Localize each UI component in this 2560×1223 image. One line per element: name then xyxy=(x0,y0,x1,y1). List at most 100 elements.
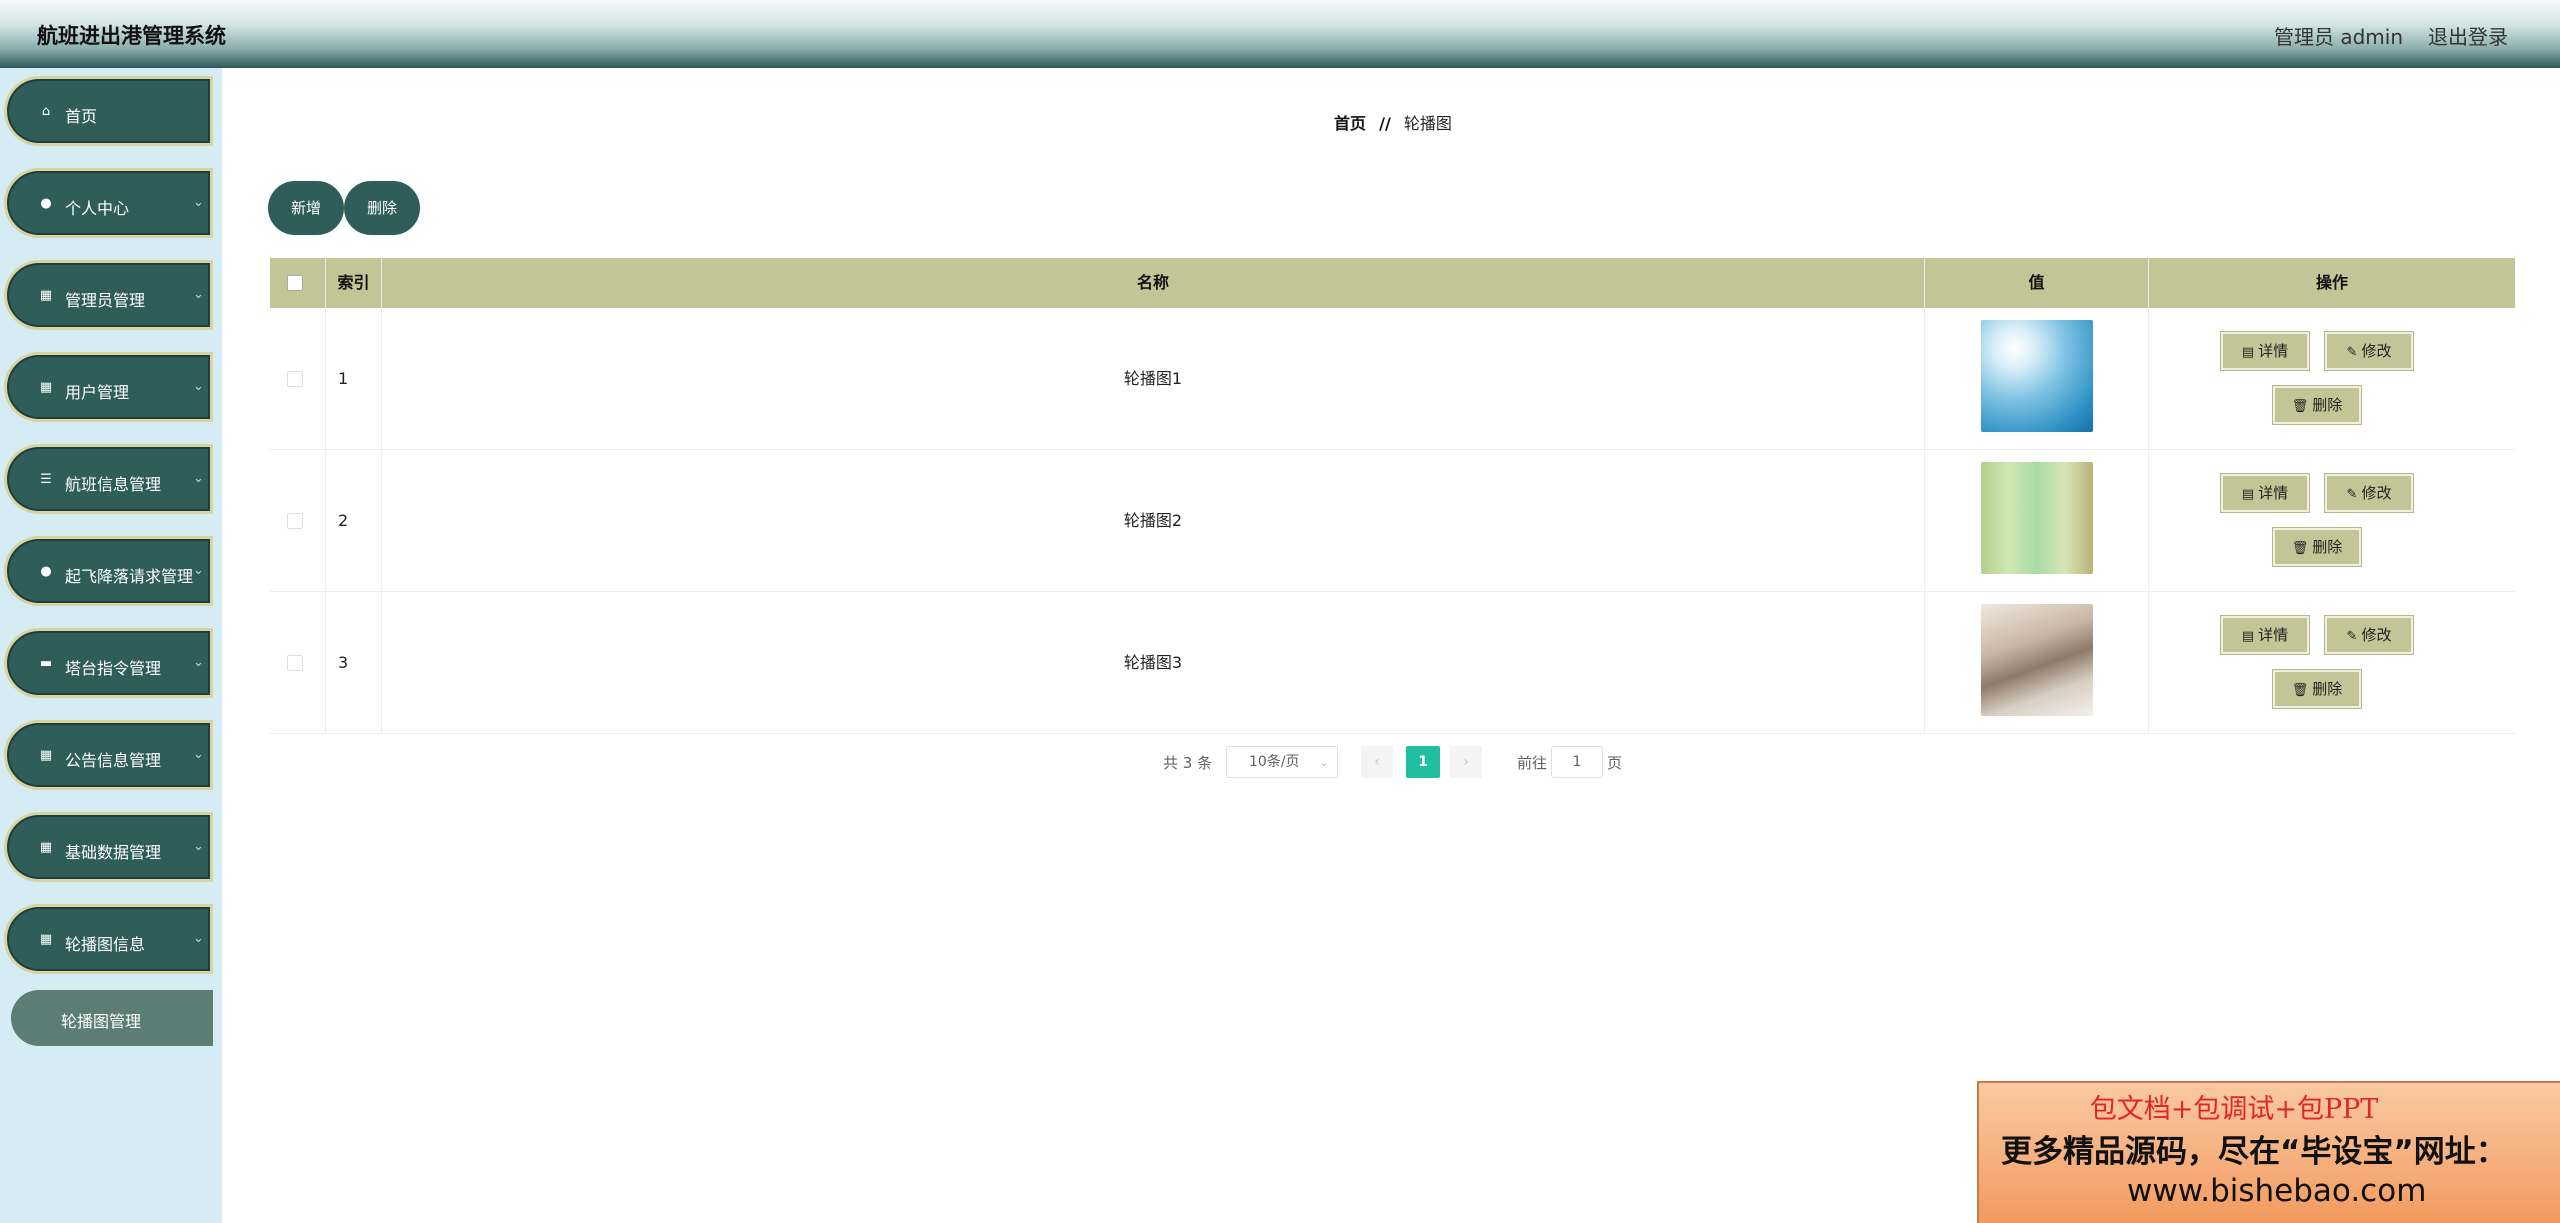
edit-button[interactable]: ✎ 修改 xyxy=(2325,616,2413,654)
delete-button[interactable]: 🗑 删除 xyxy=(2273,386,2361,424)
app-title: 航班进出港管理系统 xyxy=(37,24,226,48)
ad-banner[interactable]: 包文档+包调试+包PPT 更多精品源码，尽在“毕设宝”网址： www.bishe… xyxy=(1977,1081,2560,1223)
chevron-down-icon: ⌄ xyxy=(193,747,204,762)
sidebar-item-label: 公告信息管理 xyxy=(65,751,162,770)
page-size-select[interactable]: 10条/页 ⌄ xyxy=(1226,746,1338,778)
chevron-down-icon: ⌄ xyxy=(193,471,204,486)
detail-button[interactable]: ▤ 详情 xyxy=(2221,332,2309,370)
chevron-right-icon: › xyxy=(1463,754,1469,770)
document-icon: ▤ xyxy=(2241,345,2255,360)
edit-button[interactable]: ✎ 修改 xyxy=(2325,332,2413,370)
sidebar-item-announcement[interactable]: ▦ 公告信息管理 ⌄ xyxy=(4,720,213,790)
sidebar-item-flight-info[interactable]: ☰ 航班信息管理 ⌄ xyxy=(4,444,213,514)
row-select-cell xyxy=(270,450,326,592)
sidebar-item-tower-command[interactable]: ▬ 塔台指令管理 ⌄ xyxy=(4,628,213,698)
grid-icon: ▦ xyxy=(39,932,53,947)
trash-icon: 🗑 xyxy=(2291,399,2309,414)
row-index: 2 xyxy=(326,450,382,592)
sidebar-item-admin-management[interactable]: ▦ 管理员管理 ⌄ xyxy=(4,260,213,330)
row-name: 轮播图2 xyxy=(382,450,1925,592)
sidebar-item-label: 首页 xyxy=(65,107,98,126)
breadcrumb-separator: // xyxy=(1379,114,1391,133)
sidebar-item-label: 个人中心 xyxy=(65,199,130,218)
prev-page-button[interactable]: ‹ xyxy=(1361,746,1393,778)
edit-icon: ✎ xyxy=(2346,345,2358,360)
goto-page-input[interactable] xyxy=(1551,746,1603,778)
select-all-cell xyxy=(270,258,326,308)
sidebar-item-basic-data[interactable]: ▦ 基础数据管理 ⌄ xyxy=(4,812,213,882)
row-index: 1 xyxy=(326,308,382,450)
sidebar-item-label: 航班信息管理 xyxy=(65,475,162,494)
column-header-value: 值 xyxy=(1925,258,2149,308)
user-icon: ● xyxy=(40,196,52,211)
detail-button[interactable]: ▤ 详情 xyxy=(2221,474,2309,512)
document-icon: ▤ xyxy=(2241,629,2255,644)
row-value-cell xyxy=(1925,450,2149,592)
delete-button[interactable]: 🗑 删除 xyxy=(2273,670,2361,708)
sidebar-item-label: 塔台指令管理 xyxy=(65,659,162,678)
row-checkbox[interactable] xyxy=(287,371,303,387)
sidebar-item-label: 轮播图信息 xyxy=(65,935,146,954)
row-value-cell xyxy=(1925,308,2149,450)
row-actions: ▤ 详情 ✎ 修改 🗑 删除 xyxy=(2149,308,2515,450)
grid-icon: ▦ xyxy=(39,840,53,855)
sidebar: ⌂ 首页 ● 个人中心 ⌄ ▦ 管理员管理 ⌄ ▦ 用户管理 ⌄ ☰ 航班信息管… xyxy=(0,68,222,1223)
sidebar-item-label: 起飞降落请求管理 xyxy=(65,567,194,586)
select-all-checkbox[interactable] xyxy=(287,275,303,291)
submenu-label: 轮播图管理 xyxy=(61,1012,142,1031)
trash-icon: 🗑 xyxy=(2291,683,2309,698)
chevron-down-icon: ⌄ xyxy=(193,287,204,302)
sidebar-item-carousel-info[interactable]: ▦ 轮播图信息 ⌄ xyxy=(4,904,213,974)
row-name: 轮播图1 xyxy=(382,308,1925,450)
row-index: 3 xyxy=(326,592,382,734)
detail-button[interactable]: ▤ 详情 xyxy=(2221,616,2309,654)
sidebar-item-takeoff-landing[interactable]: ● 起飞降落请求管理 ⌄ xyxy=(4,536,213,606)
street-scene-thumbnail xyxy=(1981,604,2093,716)
edit-icon: ✎ xyxy=(2346,629,2358,644)
row-checkbox[interactable] xyxy=(287,513,303,529)
top-header: 航班进出港管理系统 管理员 admin 退出登录 xyxy=(0,0,2560,68)
document-icon: ▤ xyxy=(2241,487,2255,502)
row-value-cell xyxy=(1925,592,2149,734)
home-icon: ⌂ xyxy=(41,104,51,119)
sidebar-item-home[interactable]: ⌂ 首页 xyxy=(4,76,213,146)
admin-user-label: 管理员 admin xyxy=(2274,25,2404,49)
sidebar-item-label: 管理员管理 xyxy=(65,291,146,310)
chevron-left-icon: ‹ xyxy=(1374,754,1380,770)
row-select-cell xyxy=(270,308,326,450)
grid-icon: ▦ xyxy=(39,380,53,395)
chevron-down-icon: ⌄ xyxy=(1318,755,1329,769)
row-checkbox[interactable] xyxy=(287,655,303,671)
detail-label: 详情 xyxy=(2258,626,2289,644)
sidebar-item-label: 用户管理 xyxy=(65,383,130,402)
ad-line-1: 包文档+包调试+包PPT xyxy=(2089,1094,2379,1125)
edit-label: 修改 xyxy=(2361,484,2392,502)
grid-icon: ▦ xyxy=(39,288,53,303)
page-number-button[interactable]: 1 xyxy=(1406,746,1440,778)
bulk-delete-button[interactable]: 删除 xyxy=(344,181,420,235)
chevron-down-icon: ⌄ xyxy=(193,563,204,578)
row-select-cell xyxy=(270,592,326,734)
table-row: 3 轮播图3 ▤ 详情 ✎ 修改 🗑 删除 xyxy=(270,592,2515,734)
next-page-button[interactable]: › xyxy=(1450,746,1482,778)
add-button[interactable]: 新增 xyxy=(268,181,344,235)
sidebar-item-user-management[interactable]: ▦ 用户管理 ⌄ xyxy=(4,352,213,422)
goto-label: 前往 xyxy=(1517,754,1548,772)
detail-label: 详情 xyxy=(2258,342,2289,360)
delete-label: 删除 xyxy=(2312,680,2343,698)
breadcrumb-home[interactable]: 首页 xyxy=(1334,114,1366,133)
pagination-total: 共 3 条 xyxy=(1163,754,1213,772)
ad-line-3: www.bishebao.com xyxy=(2127,1173,2427,1209)
edit-button[interactable]: ✎ 修改 xyxy=(2325,474,2413,512)
chevron-down-icon: ⌄ xyxy=(193,931,204,946)
green-blur-thumbnail xyxy=(1981,462,2093,574)
logout-link[interactable]: 退出登录 xyxy=(2428,21,2508,50)
column-header-actions: 操作 xyxy=(2315,273,2348,292)
sidebar-item-personal-center[interactable]: ● 个人中心 ⌄ xyxy=(4,168,213,238)
breadcrumb: 首页 // 轮播图 xyxy=(1334,110,1452,134)
column-header-name: 名称 xyxy=(382,258,1925,308)
delete-button[interactable]: 🗑 删除 xyxy=(2273,528,2361,566)
table-row: 1 轮播图1 ▤ 详情 ✎ 修改 🗑 删除 xyxy=(270,308,2515,450)
submenu-carousel-management[interactable]: 轮播图管理 xyxy=(11,990,213,1046)
edit-label: 修改 xyxy=(2361,626,2392,644)
